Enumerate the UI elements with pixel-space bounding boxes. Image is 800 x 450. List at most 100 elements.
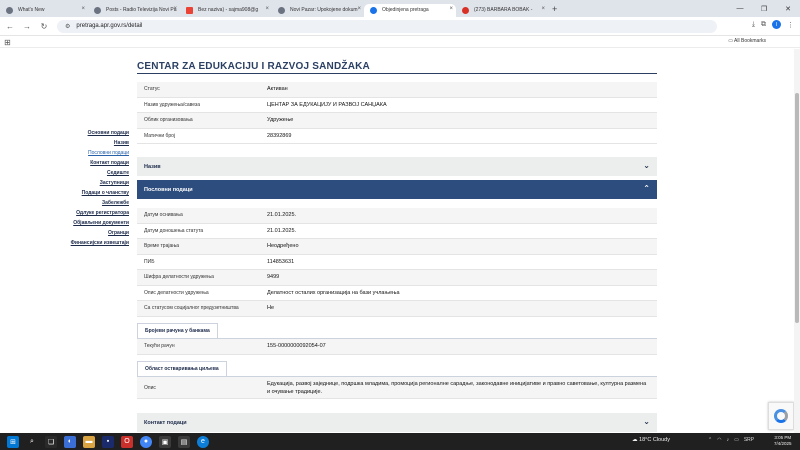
close-window-icon[interactable]: ✕ (776, 0, 800, 17)
sidenav-link[interactable]: Заступници (60, 178, 129, 188)
row-value: Не (267, 305, 275, 312)
close-tab-icon[interactable]: × (265, 6, 269, 12)
recaptcha-badge[interactable] (768, 402, 794, 430)
sidenav-link[interactable]: Седиште (60, 168, 129, 178)
browser-tab[interactable]: (273) BARBARA BOBAK - × (456, 4, 548, 17)
apps-grid-icon[interactable]: ⊞ (4, 38, 11, 47)
basic-info-table: Статус Активан Назив удружења/савеза ЦЕНТАР… (137, 82, 657, 144)
section-business-header[interactable]: Пословни подаци ⌃ (137, 180, 657, 199)
table-row: Опис Едукација, развој заједнице, подршка… (137, 377, 657, 399)
browser-tab[interactable]: Novi Pazar: Upokojene dokum × (272, 4, 364, 17)
clock[interactable]: 3:05 PM 7/4/2025 (774, 435, 792, 447)
task-view-icon[interactable]: ❏ (45, 435, 57, 448)
table-row: Матични број 28392869 (137, 129, 657, 144)
sidenav-link[interactable]: Објављени документи (60, 218, 129, 228)
wifi-icon[interactable]: ◠ (717, 437, 721, 443)
gmail-icon (186, 6, 193, 14)
browser-tab[interactable]: Bez naziva) - sajma908@g × (180, 4, 272, 17)
row-label: Опис делатности удружења (144, 289, 209, 296)
weather-widget[interactable]: ☁ 18°C Cloudy (632, 437, 670, 443)
section-contact-header[interactable]: Контакт подаци ⌄ (137, 413, 657, 432)
sidenav-link[interactable]: Основни подаци (60, 128, 129, 138)
site-info-icon[interactable]: ⚙ (65, 23, 70, 30)
app-icon[interactable]: ▪ (102, 435, 114, 448)
sidenav-link[interactable]: Пословни подаци (60, 148, 129, 158)
tab-label: (273) BARBARA BOBAK - (474, 7, 533, 13)
sidenav-link[interactable]: Забележбе (60, 198, 129, 208)
profile-avatar[interactable]: I (772, 20, 781, 29)
row-label: Време трајања (144, 243, 180, 250)
youtube-icon (462, 6, 469, 14)
restore-icon[interactable]: ❐ (752, 0, 776, 17)
opera-icon[interactable]: O (121, 435, 133, 448)
chevron-down-icon: ⌄ (643, 417, 650, 426)
menu-icon[interactable]: ⋮ (787, 21, 794, 29)
chrome-icon[interactable]: ● (140, 435, 152, 448)
url-text: pretraga.apr.gov.rs/detail (76, 23, 143, 29)
business-info-table: Датум оснивања 21.01.2025. Датум доношења … (137, 208, 657, 317)
row-label: Датум оснивања (144, 212, 183, 219)
table-row: Са статусом социјалног предузетништва Не (137, 301, 657, 317)
sidenav-link[interactable]: Финансијски извештаји (60, 238, 129, 248)
goals-table: Опис Едукација, развој заједнице, подршка… (137, 377, 657, 399)
file-explorer-icon[interactable]: ▬ (83, 435, 95, 448)
sidenav-link[interactable]: Одлуке регистратора (60, 208, 129, 218)
side-navigation: Основни подаци Назив Пословни подаци Контак… (60, 128, 129, 248)
all-bookmarks-button[interactable]: ▭ All Bookmarks (728, 38, 766, 44)
photos-icon[interactable]: ▤ (178, 435, 190, 448)
new-tab-button[interactable]: + (552, 4, 557, 14)
table-row: Шифра делатности удружења 9499 (137, 270, 657, 286)
row-value: 155-0000000092054-07 (267, 343, 326, 350)
scrollbar-thumb[interactable] (795, 93, 799, 323)
chevron-up-icon: ⌃ (643, 184, 650, 193)
reload-icon[interactable]: ↻ (37, 19, 51, 33)
section-naziv-header[interactable]: Назив ⌄ (137, 157, 657, 176)
globe-icon (94, 6, 101, 14)
row-label: Текући рачун (144, 343, 175, 350)
close-tab-icon[interactable]: × (173, 6, 177, 12)
forward-icon[interactable]: → (20, 19, 34, 33)
row-label: Шифра делатности удружења (144, 274, 214, 281)
chevron-up-icon[interactable]: ⌃ (708, 437, 712, 443)
close-tab-icon[interactable]: × (357, 6, 361, 12)
globe-icon (6, 6, 13, 14)
table-row: ПИБ 114853631 (137, 255, 657, 270)
page-content: CENTAR ZA EDUKACIJU I RAZVOJ SANDŽAKA Ос… (0, 49, 800, 433)
section-business-label: Пословни подаци (144, 186, 193, 193)
edge-icon[interactable]: e (197, 435, 209, 448)
sidenav-link[interactable]: Контакт подаци (60, 158, 129, 168)
globe-icon (278, 6, 285, 14)
row-value: Неодређено (267, 243, 299, 250)
battery-icon[interactable]: ▭ (734, 437, 739, 443)
sidenav-link[interactable]: Огранци (60, 228, 129, 238)
row-label: Опис (144, 384, 156, 391)
copilot-icon[interactable]: ◐ (64, 435, 76, 448)
close-tab-icon[interactable]: × (81, 6, 85, 12)
tab-list: What's New × Posts - Radio Televizija Novi… (0, 1, 548, 17)
close-tab-icon[interactable]: × (541, 6, 545, 12)
extensions-icon[interactable]: ⧉ (761, 21, 766, 29)
close-tab-icon[interactable]: × (449, 6, 453, 12)
volume-icon[interactable]: ♪ (727, 437, 730, 443)
minimize-icon[interactable]: — (728, 0, 752, 17)
table-row: Облик организовања Удружење (137, 113, 657, 129)
row-label: Са статусом социјалног предузетништва (144, 305, 239, 312)
window-controls: — ❐ ✕ (728, 0, 800, 17)
sidenav-link[interactable]: Назив (60, 138, 129, 148)
download-icon[interactable]: ⤓ (752, 21, 755, 29)
browser-tab[interactable]: Posts - Radio Televizija Novi Pa × (88, 4, 180, 17)
address-bar[interactable]: ⚙ pretraga.apr.gov.rs/detail (57, 19, 717, 33)
browser-tab[interactable]: What's New × (0, 4, 88, 17)
row-label: ПИБ (144, 258, 155, 265)
row-label: Облик организовања (144, 117, 193, 124)
windows-start-icon[interactable]: ⊞ (7, 435, 19, 448)
back-icon[interactable]: ← (3, 19, 17, 33)
chevron-down-icon: ⌄ (643, 161, 650, 170)
row-label: Статус (144, 86, 160, 93)
browser-tab[interactable]: Objedinjena pretraga × (364, 3, 456, 17)
search-icon[interactable]: ⌕ (26, 436, 38, 448)
sidenav-link[interactable]: Подаци о чланству (60, 188, 129, 198)
language-indicator[interactable]: SRP (744, 437, 754, 443)
weather-text: 18°C Cloudy (639, 437, 670, 443)
app-icon[interactable]: ▣ (159, 435, 171, 448)
